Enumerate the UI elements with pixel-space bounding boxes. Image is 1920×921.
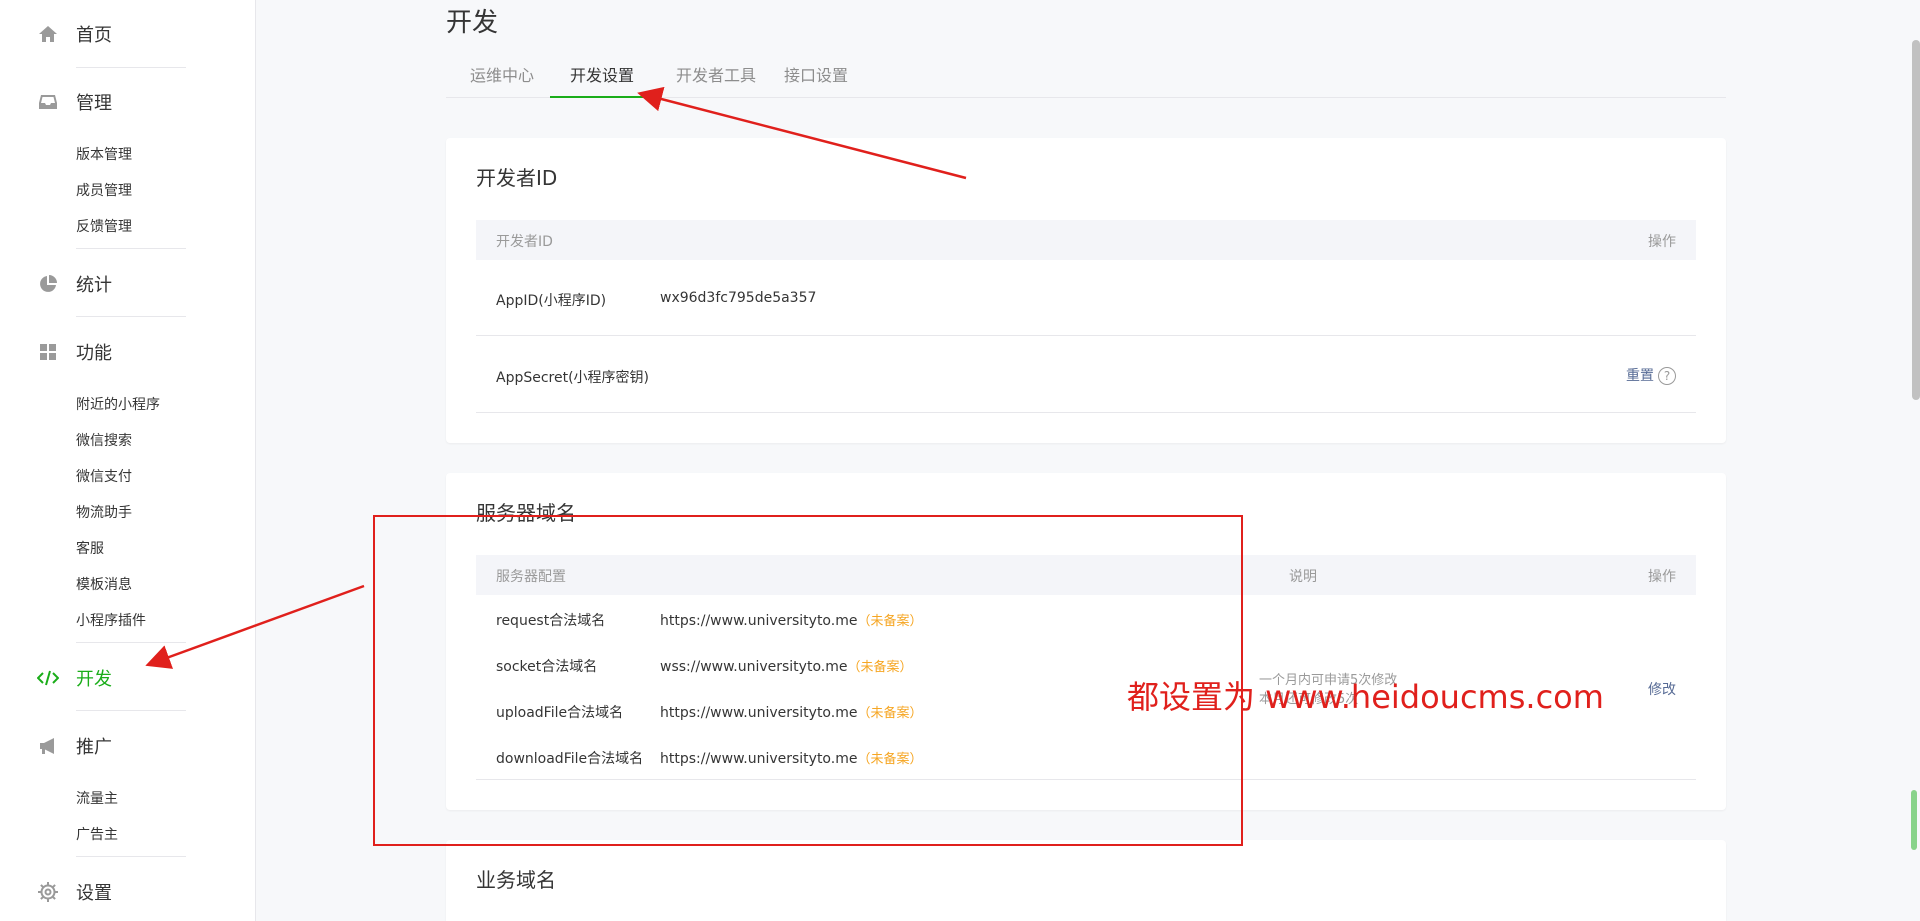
appsecret-action: 重置? [1626, 365, 1676, 385]
divider [76, 642, 186, 643]
col-action: 操作 [1648, 569, 1676, 585]
annotation-box [373, 515, 1243, 846]
nav-publisher[interactable]: 流量主 [76, 788, 118, 808]
nav-plugins[interactable]: 小程序插件 [76, 610, 146, 630]
modify-button[interactable]: 修改 [1648, 679, 1676, 699]
nav-template-message[interactable]: 模板消息 [76, 574, 132, 594]
code-icon [36, 666, 60, 690]
gear-icon [36, 880, 60, 904]
megaphone-icon [36, 734, 60, 758]
sidebar: 首页 管理 版本管理 成员管理 反馈管理 统计 功能 附近的小程序 微信搜索 微… [0, 0, 256, 921]
tab-bar: 运维中心 开发设置 开发者工具 接口设置 [446, 62, 1726, 98]
business-domain-card: 业务域名 [446, 840, 1726, 921]
nav-manage[interactable]: 管理 [36, 86, 112, 118]
nav-settings[interactable]: 设置 [36, 876, 112, 908]
tab-dev-tools[interactable]: 开发者工具 [672, 62, 760, 98]
appid-value: wx96d3fc795de5a357 [660, 290, 817, 306]
nav-dev-label: 开发 [76, 669, 112, 690]
nav-nearby-miniprogram[interactable]: 附近的小程序 [76, 394, 160, 414]
tab-api-settings[interactable]: 接口设置 [780, 62, 852, 98]
divider [76, 710, 186, 711]
col-dev-id: 开发者ID [496, 234, 553, 250]
tab-ops-center[interactable]: 运维中心 [466, 62, 538, 98]
col-description: 说明 [1289, 569, 1317, 585]
home-icon [36, 22, 60, 46]
row-divider [476, 412, 1696, 413]
nav-customer-service[interactable]: 客服 [76, 538, 104, 558]
nav-dev[interactable]: 开发 [36, 662, 112, 694]
nav-version-manage[interactable]: 版本管理 [76, 144, 132, 164]
appsecret-label: AppSecret(小程序密钥) [496, 370, 650, 386]
pie-chart-icon [36, 272, 60, 296]
scrollbar-thumb[interactable] [1912, 40, 1920, 400]
scroll-indicator [1911, 790, 1917, 850]
help-icon[interactable]: ? [1658, 367, 1676, 385]
nav-wechat-search[interactable]: 微信搜索 [76, 430, 132, 450]
nav-promote-label: 推广 [76, 737, 112, 758]
nav-member-manage[interactable]: 成员管理 [76, 180, 132, 200]
nav-manage-label: 管理 [76, 93, 112, 114]
dev-id-title: 开发者ID [476, 166, 558, 190]
nav-home-label: 首页 [76, 25, 112, 46]
tab-dev-settings[interactable]: 开发设置 [550, 62, 654, 98]
appid-label: AppID(小程序ID) [496, 293, 607, 309]
nav-logistics[interactable]: 物流助手 [76, 502, 132, 522]
divider [76, 316, 186, 317]
nav-home[interactable]: 首页 [36, 18, 112, 50]
divider [76, 67, 186, 68]
nav-settings-label: 设置 [76, 883, 112, 904]
col-action: 操作 [1648, 234, 1676, 250]
inbox-icon [36, 90, 60, 114]
nav-features[interactable]: 功能 [36, 336, 112, 368]
divider [76, 248, 186, 249]
dev-id-table-header: 开发者ID 操作 [476, 220, 1696, 260]
grid-icon [36, 340, 60, 364]
row-divider [476, 335, 1696, 336]
annotation-text: 都设置为 www.heidoucms.com [1127, 678, 1604, 716]
page-title: 开发 [446, 8, 499, 38]
business-domain-title: 业务域名 [476, 868, 556, 892]
divider [76, 856, 186, 857]
nav-stats-label: 统计 [76, 275, 112, 296]
nav-advertiser[interactable]: 广告主 [76, 824, 118, 844]
nav-feedback-manage[interactable]: 反馈管理 [76, 216, 132, 236]
nav-promote[interactable]: 推广 [36, 730, 112, 762]
nav-wechat-pay[interactable]: 微信支付 [76, 466, 132, 486]
nav-stats[interactable]: 统计 [36, 268, 112, 300]
reset-button[interactable]: 重置 [1626, 368, 1654, 384]
dev-id-card: 开发者ID 开发者ID 操作 AppID(小程序ID) wx96d3fc795d… [446, 138, 1726, 443]
nav-features-label: 功能 [76, 343, 112, 364]
